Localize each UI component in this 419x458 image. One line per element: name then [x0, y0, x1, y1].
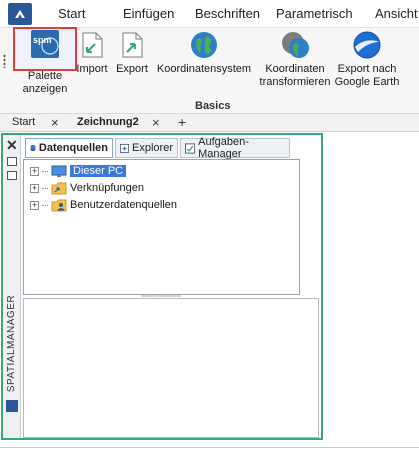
import-icon [82, 32, 103, 58]
task-manager-icon [185, 142, 196, 154]
palette-logo-icon [6, 400, 18, 412]
transform-coordinates-label: Koordinaten transformieren [259, 63, 331, 88]
expand-icon[interactable]: + [30, 166, 39, 176]
tab-datenquellen-label: Datenquellen [38, 142, 108, 154]
tab-explorer-label: Explorer [132, 142, 173, 154]
transform-globe-icon [282, 32, 309, 58]
tree-label-dieser-pc: Dieser PC [70, 165, 127, 177]
tree-item-benutzerdatenquellen[interactable]: + Benutzerdatenquellen [30, 197, 177, 213]
expand-icon[interactable]: + [30, 200, 39, 210]
coordinate-system-button[interactable]: Koordinatensystem [155, 30, 253, 76]
tab-aufgaben-manager[interactable]: Aufgaben-Manager [180, 136, 290, 160]
palette-tab-bar: Datenquellen Explorer Aufgaben-Manager [25, 136, 315, 160]
palette-properties-icon[interactable] [7, 171, 17, 180]
tab-einfuegen[interactable]: Einfügen [123, 6, 174, 21]
document-tab-bar: Start × Zeichnung2 × + [0, 114, 419, 132]
palette-autohide-icon[interactable] [7, 157, 17, 166]
tree-connector [42, 204, 48, 206]
tab-beschriften[interactable]: Beschriften [195, 6, 260, 21]
export-icon [122, 32, 143, 58]
pane-splitter[interactable] [141, 295, 181, 297]
explorer-icon [120, 143, 130, 153]
ribbon-tab-row: Start Einfügen Beschriften Parametrisch … [0, 0, 419, 28]
tab-explorer[interactable]: Explorer [115, 138, 178, 158]
tab-datenquellen[interactable]: Datenquellen [25, 138, 113, 158]
details-pane [23, 298, 319, 438]
database-icon [30, 145, 36, 151]
doc-tab-start-close[interactable]: × [51, 115, 59, 130]
palette-button-label[interactable]: Palette anzeigen [14, 70, 76, 96]
doc-tab-zeichnung2[interactable]: Zeichnung2 [77, 116, 139, 128]
spm-palette-icon: spm [31, 30, 59, 58]
palette-title: SPATIALMANAGER [6, 294, 18, 392]
palette-button[interactable]: spm [13, 27, 77, 71]
export-button[interactable]: Export [114, 30, 150, 76]
export-label: Export [116, 63, 148, 75]
svg-text:spm: spm [33, 35, 52, 45]
palette-title-strip: ✕ SPATIALMANAGER [3, 135, 21, 438]
import-button[interactable]: Import [76, 30, 108, 76]
window-bottom-divider [0, 447, 419, 448]
user-folder-icon [51, 199, 67, 211]
tree-item-verknuepfungen[interactable]: + Verknüpfungen [30, 180, 144, 196]
globe-icon [191, 32, 217, 58]
tab-parametrisch[interactable]: Parametrisch [276, 6, 353, 21]
tab-aufgaben-manager-label: Aufgaben-Manager [198, 136, 249, 160]
transform-coordinates-button[interactable]: Koordinaten transformieren [258, 30, 332, 89]
app-menu-button[interactable] [8, 3, 32, 25]
computer-icon [51, 165, 67, 177]
export-google-earth-label: Export nach Google Earth [334, 63, 400, 88]
ribbon-grip-handle[interactable] [3, 54, 6, 68]
tree-label-verknuepfungen: Verknüpfungen [70, 182, 145, 194]
tree-item-dieser-pc[interactable]: + Dieser PC [30, 163, 127, 179]
export-google-earth-button[interactable]: Export nach Google Earth [334, 30, 400, 89]
new-tab-button[interactable]: + [178, 114, 186, 130]
tree-connector [42, 170, 48, 172]
app-logo-icon [15, 10, 25, 18]
google-earth-icon [353, 31, 381, 59]
ribbon-group-basics: Basics [195, 100, 231, 112]
spatial-manager-palette: ✕ SPATIALMANAGER Datenquellen Explorer A… [1, 133, 323, 440]
import-label: Import [76, 63, 108, 75]
shortcut-folder-icon [51, 182, 67, 194]
ribbon-panel: spm Palette anzeigen Import Export Koord… [0, 27, 419, 114]
doc-tab-start[interactable]: Start [12, 116, 35, 128]
coordinate-system-label: Koordinatensystem [156, 63, 252, 75]
tab-ansicht[interactable]: Ansicht [375, 6, 418, 21]
palette-close-button[interactable]: ✕ [6, 137, 18, 154]
expand-icon[interactable]: + [30, 183, 39, 193]
tab-start[interactable]: Start [58, 6, 85, 21]
tree-connector [42, 187, 48, 189]
datasource-tree: + Dieser PC + Verknüpfungen + Benutzerda… [23, 159, 300, 295]
doc-tab-zeichnung2-close[interactable]: × [152, 115, 160, 130]
tree-label-benutzerdatenquellen: Benutzerdatenquellen [70, 199, 178, 211]
palette-label: Palette anzeigen [22, 70, 68, 95]
